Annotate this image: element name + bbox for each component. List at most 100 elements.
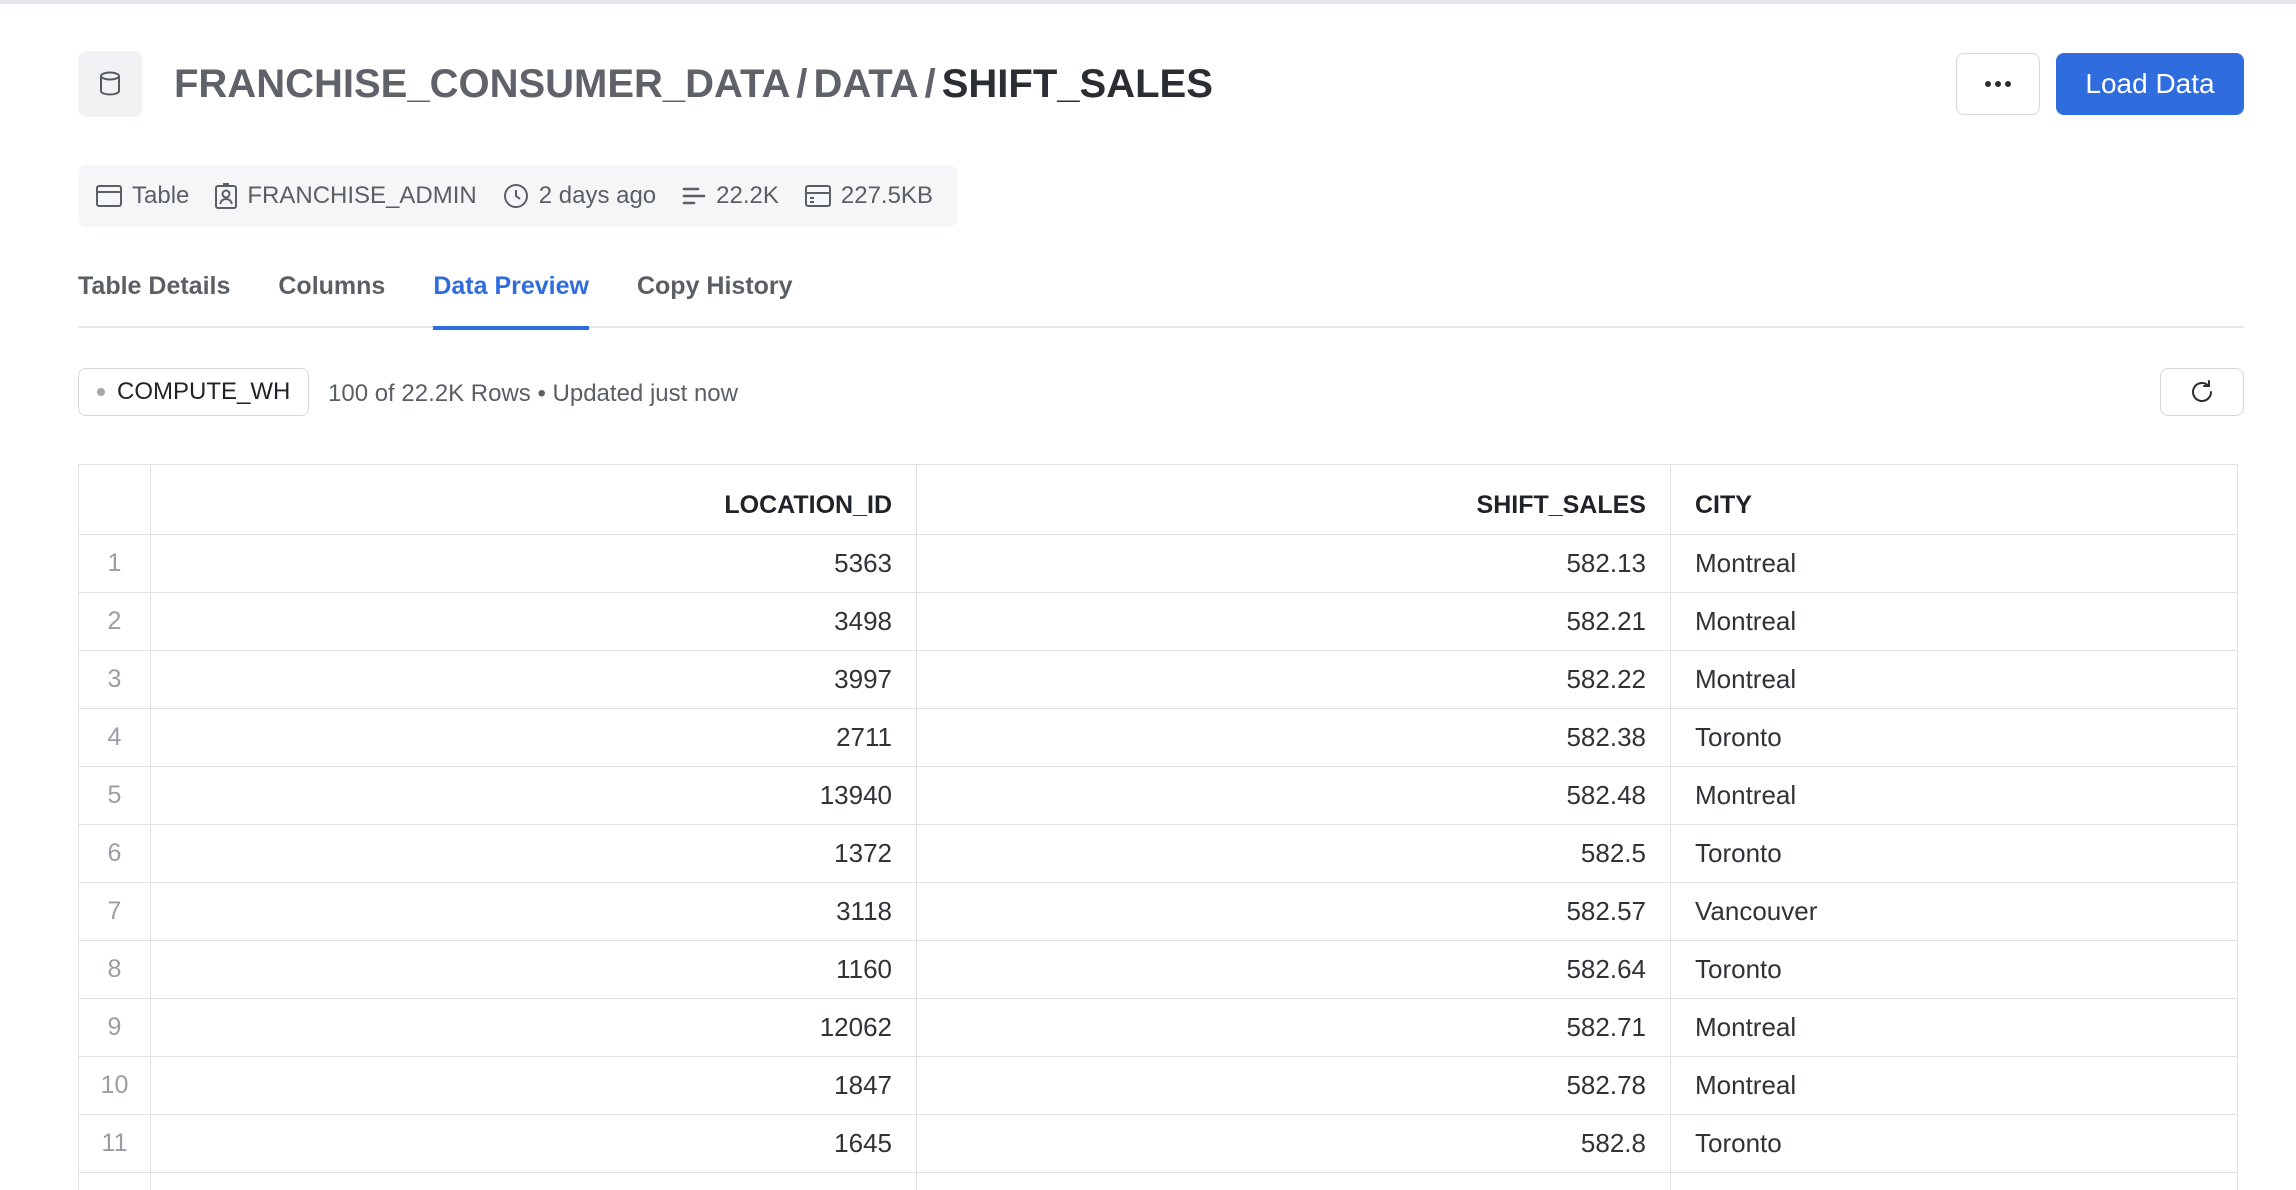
object-metadata-bar: Table FRANCHISE_ADMIN 2 days ago 22.2K 2… bbox=[78, 165, 957, 227]
table-row: 3 3997 582.22 Montreal bbox=[78, 650, 2238, 709]
row-number-header bbox=[78, 464, 151, 535]
breadcrumb-separator: / bbox=[924, 62, 936, 106]
cell-city[interactable]: Toronto bbox=[1670, 708, 2238, 767]
cell-location-id[interactable]: 13940 bbox=[150, 766, 917, 825]
warehouse-selector[interactable]: COMPUTE_WH bbox=[78, 368, 310, 416]
row-number: 10 bbox=[78, 1056, 151, 1115]
more-options-button[interactable] bbox=[1956, 53, 2040, 115]
table-icon bbox=[96, 185, 122, 207]
table-row: 4 2711 582.38 Toronto bbox=[78, 708, 2238, 767]
cell-location-id[interactable]: 1847 bbox=[150, 1056, 917, 1115]
tab-bar: Table Details Columns Data Preview Copy … bbox=[78, 250, 2244, 330]
cell-city[interactable]: Montreal bbox=[1670, 650, 2238, 709]
cell-location-id[interactable]: 1645 bbox=[150, 1114, 917, 1173]
cell-city[interactable] bbox=[1670, 1172, 2238, 1190]
cell-shift-sales[interactable]: 582.5 bbox=[916, 824, 1671, 883]
cell-shift-sales[interactable]: 582.48 bbox=[916, 766, 1671, 825]
page-title: FRANCHISE_CONSUMER_DATA / DATA / SHIFT_SALES bbox=[174, 59, 1213, 109]
meta-type: Table bbox=[96, 182, 189, 210]
cell-shift-sales[interactable]: 582.13 bbox=[916, 534, 1671, 593]
tab-copy-history[interactable]: Copy History bbox=[637, 250, 793, 328]
breadcrumb-current-table: SHIFT_SALES bbox=[941, 62, 1213, 106]
clock-icon bbox=[503, 184, 528, 208]
table-row: 8 1160 582.64 Toronto bbox=[78, 940, 2238, 999]
cell-city[interactable]: Montreal bbox=[1670, 534, 2238, 593]
row-number: 2 bbox=[78, 592, 151, 651]
cell-city[interactable]: Montreal bbox=[1670, 1056, 2238, 1115]
breadcrumb-schema[interactable]: DATA bbox=[813, 62, 918, 106]
cell-location-id[interactable]: 3498 bbox=[150, 592, 917, 651]
cell-location-id[interactable]: 5363 bbox=[150, 534, 917, 593]
table-row: 10 1847 582.78 Montreal bbox=[78, 1056, 2238, 1115]
row-number: 8 bbox=[78, 940, 151, 999]
table-row: 2 3498 582.21 Montreal bbox=[78, 592, 2238, 651]
meta-owner-label: FRANCHISE_ADMIN bbox=[247, 182, 477, 209]
cell-shift-sales[interactable]: 582.71 bbox=[916, 998, 1671, 1057]
cell-shift-sales[interactable]: 582.78 bbox=[916, 1056, 1671, 1115]
meta-modified: 2 days ago bbox=[503, 182, 656, 210]
row-number: 1 bbox=[78, 534, 151, 593]
row-number: 11 bbox=[78, 1114, 151, 1173]
cell-location-id[interactable] bbox=[150, 1172, 917, 1190]
refresh-icon bbox=[2192, 380, 2212, 402]
breadcrumb-separator: / bbox=[796, 62, 808, 106]
column-header-location-id[interactable]: LOCATION_ID bbox=[150, 464, 917, 535]
storage-icon bbox=[804, 185, 831, 207]
tab-columns[interactable]: Columns bbox=[278, 250, 385, 328]
meta-rows: 22.2K bbox=[682, 182, 779, 210]
cell-location-id[interactable]: 3118 bbox=[150, 882, 917, 941]
warehouse-name: COMPUTE_WH bbox=[117, 378, 291, 405]
cell-city[interactable]: Toronto bbox=[1670, 824, 2238, 883]
database-icon bbox=[78, 51, 142, 117]
cell-city[interactable]: Vancouver bbox=[1670, 882, 2238, 941]
cell-shift-sales[interactable]: 582.21 bbox=[916, 592, 1671, 651]
cell-location-id[interactable]: 1372 bbox=[150, 824, 917, 883]
meta-owner: FRANCHISE_ADMIN bbox=[215, 182, 477, 210]
table-row bbox=[78, 1172, 2238, 1190]
load-data-button[interactable]: Load Data bbox=[2056, 53, 2244, 115]
results-table: LOCATION_ID SHIFT_SALES CITY 1 5363 582.… bbox=[78, 464, 2238, 1190]
cell-location-id[interactable]: 1160 bbox=[150, 940, 917, 999]
cell-shift-sales[interactable]: 582.64 bbox=[916, 940, 1671, 999]
cell-shift-sales[interactable]: 582.22 bbox=[916, 650, 1671, 709]
rows-icon bbox=[682, 187, 706, 205]
column-header-city[interactable]: CITY bbox=[1670, 464, 2238, 535]
meta-modified-label: 2 days ago bbox=[538, 182, 657, 209]
cell-shift-sales[interactable] bbox=[916, 1172, 1671, 1190]
breadcrumb-database[interactable]: FRANCHISE_CONSUMER_DATA bbox=[174, 62, 790, 106]
ellipsis-icon bbox=[1985, 81, 2011, 87]
cell-location-id[interactable]: 12062 bbox=[150, 998, 917, 1057]
cell-location-id[interactable]: 2711 bbox=[150, 708, 917, 767]
table-row: 5 13940 582.48 Montreal bbox=[78, 766, 2238, 825]
meta-size-label: 227.5KB bbox=[840, 182, 933, 209]
refresh-button[interactable] bbox=[2160, 368, 2244, 416]
cell-city[interactable]: Montreal bbox=[1670, 766, 2238, 825]
row-number bbox=[78, 1172, 151, 1190]
cell-city[interactable]: Toronto bbox=[1670, 1114, 2238, 1173]
table-row: 6 1372 582.5 Toronto bbox=[78, 824, 2238, 883]
row-number: 9 bbox=[78, 998, 151, 1057]
cell-shift-sales[interactable]: 582.38 bbox=[916, 708, 1671, 767]
meta-rows-label: 22.2K bbox=[716, 182, 779, 209]
column-header-shift-sales[interactable]: SHIFT_SALES bbox=[916, 464, 1671, 535]
warehouse-status-dot bbox=[97, 388, 105, 396]
user-badge-icon bbox=[215, 183, 238, 209]
data-preview-grid: LOCATION_ID SHIFT_SALES CITY 1 5363 582.… bbox=[78, 464, 2238, 1190]
cell-city[interactable]: Toronto bbox=[1670, 940, 2238, 999]
tab-data-preview[interactable]: Data Preview bbox=[433, 250, 589, 330]
cell-city[interactable]: Montreal bbox=[1670, 592, 2238, 651]
table-header-row: LOCATION_ID SHIFT_SALES CITY bbox=[78, 464, 2238, 535]
cell-shift-sales[interactable]: 582.8 bbox=[916, 1114, 1671, 1173]
row-number: 6 bbox=[78, 824, 151, 883]
cell-shift-sales[interactable]: 582.57 bbox=[916, 882, 1671, 941]
cell-city[interactable]: Montreal bbox=[1670, 998, 2238, 1057]
row-count-status: 100 of 22.2K Rows • Updated just now bbox=[328, 380, 738, 407]
table-row: 11 1645 582.8 Toronto bbox=[78, 1114, 2238, 1173]
row-number: 5 bbox=[78, 766, 151, 825]
table-row: 1 5363 582.13 Montreal bbox=[78, 534, 2238, 593]
row-number: 4 bbox=[78, 708, 151, 767]
page-header: FRANCHISE_CONSUMER_DATA / DATA / SHIFT_SALES… bbox=[78, 51, 2244, 117]
top-divider bbox=[0, 0, 2296, 4]
cell-location-id[interactable]: 3997 bbox=[150, 650, 917, 709]
tab-table-details[interactable]: Table Details bbox=[78, 250, 230, 328]
